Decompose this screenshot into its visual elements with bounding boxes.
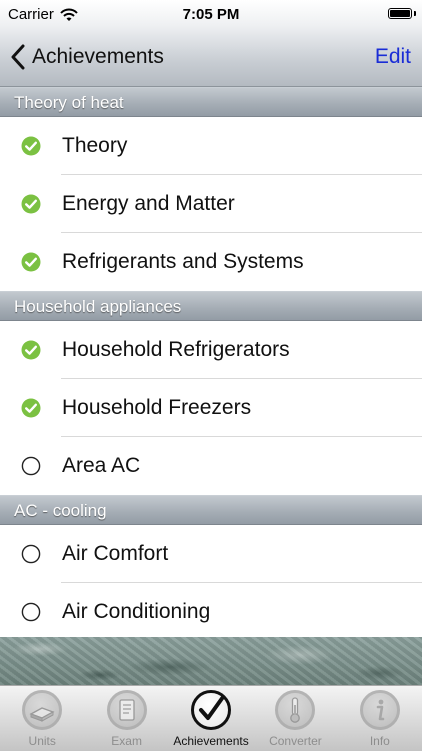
section-title: AC - cooling xyxy=(14,501,107,520)
tab-converter[interactable]: Converter xyxy=(253,686,337,751)
list-item-label: Theory xyxy=(62,134,128,157)
edit-button[interactable]: Edit xyxy=(375,45,411,69)
tab-achievements[interactable]: Achievements xyxy=(169,686,253,751)
list-item[interactable]: Household Freezers xyxy=(0,379,422,437)
check-circle-icon xyxy=(21,340,41,360)
list-item-label: Household Refrigerators xyxy=(62,338,290,361)
tab-label: Exam xyxy=(111,734,142,748)
tab-info[interactable]: Info xyxy=(338,686,422,751)
status-bar: Carrier 7:05 PM xyxy=(0,0,422,30)
thermometer-icon xyxy=(275,690,316,730)
check-circle-icon xyxy=(21,398,41,418)
back-button[interactable]: Achievements xyxy=(10,40,164,74)
section-header: Theory of heat xyxy=(0,87,422,117)
list-item-label: Air Conditioning xyxy=(62,600,211,623)
tab-bar: Units Exam Achievements Converter Info xyxy=(0,685,422,751)
list-item[interactable]: Air Comfort xyxy=(0,525,422,583)
check-circle-icon xyxy=(21,252,41,272)
tab-label: Info xyxy=(369,734,390,748)
achievements-list[interactable]: Theory of heat Theory Energy and Matter … xyxy=(0,87,422,637)
tab-label: Converter xyxy=(269,734,322,748)
tab-exam[interactable]: Exam xyxy=(84,686,168,751)
battery-tip xyxy=(414,11,416,16)
section-header: Household appliances xyxy=(0,291,422,321)
info-icon xyxy=(359,690,400,730)
battery-icon xyxy=(388,8,412,19)
list-item[interactable]: Air Conditioning xyxy=(0,583,422,637)
check-circle-icon xyxy=(21,136,41,156)
empty-circle-icon xyxy=(21,456,41,476)
check-circle-icon xyxy=(21,194,41,214)
list-item-label: Household Freezers xyxy=(62,396,252,419)
list-item[interactable]: Household Refrigerators xyxy=(0,321,422,379)
tab-label: Achievements xyxy=(173,734,249,748)
section-header: AC - cooling xyxy=(0,495,422,525)
list-item-label: Air Comfort xyxy=(62,542,169,565)
list-item[interactable]: Energy and Matter xyxy=(0,175,422,233)
exam-icon xyxy=(106,690,147,730)
nav-title: Achievements xyxy=(32,45,164,68)
status-time: 7:05 PM xyxy=(182,6,240,23)
book-icon xyxy=(22,690,63,730)
tab-units[interactable]: Units xyxy=(0,686,84,751)
list-item[interactable]: Area AC xyxy=(0,437,422,495)
section-title: Theory of heat xyxy=(14,93,124,112)
section-title: Household appliances xyxy=(14,297,182,316)
chevron-left-icon xyxy=(10,44,26,70)
nav-bar: Achievements Edit xyxy=(0,30,422,86)
list-item-label: Refrigerants and Systems xyxy=(62,250,304,273)
marble-background xyxy=(0,637,422,685)
top-chrome: Carrier 7:05 PM Achievements Edit xyxy=(0,0,422,87)
list-item[interactable]: Theory xyxy=(0,117,422,175)
list-item-label: Area AC xyxy=(62,454,141,477)
list-item-label: Energy and Matter xyxy=(62,192,235,215)
tab-label: Units xyxy=(28,734,56,748)
list-item[interactable]: Refrigerants and Systems xyxy=(0,233,422,291)
checkmark-icon xyxy=(191,690,232,730)
empty-circle-icon xyxy=(21,544,41,564)
empty-circle-icon xyxy=(21,602,41,622)
